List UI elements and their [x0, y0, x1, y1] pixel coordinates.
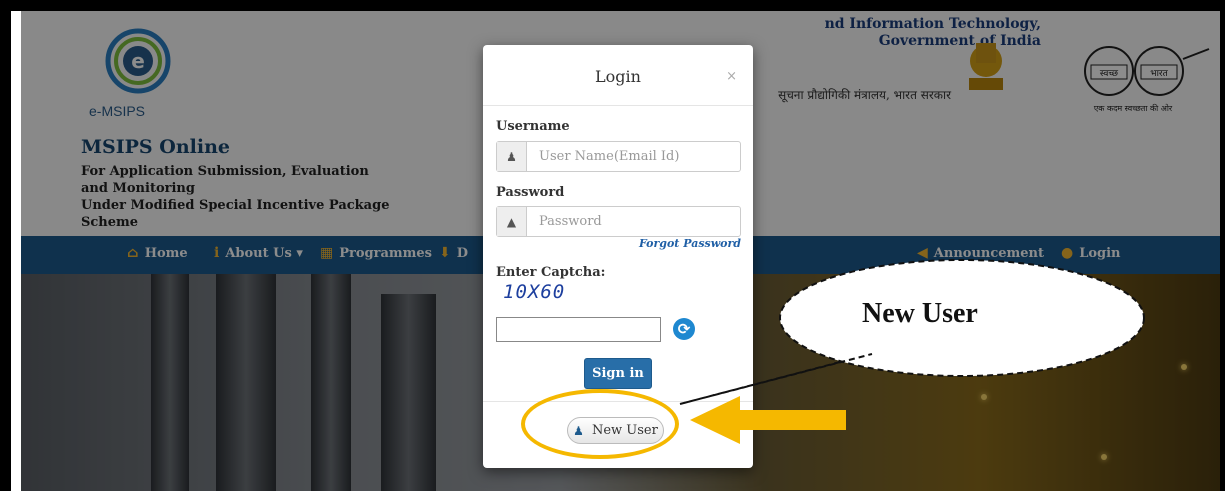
- arrow-icon: [690, 396, 846, 444]
- annotation-layer: [679, 259, 1145, 444]
- callout-pointer: [679, 353, 873, 405]
- callout-text: New User: [862, 298, 978, 329]
